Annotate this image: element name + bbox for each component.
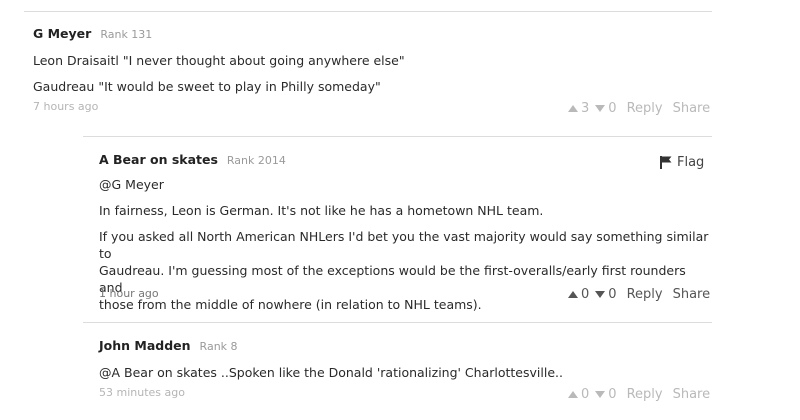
comment-actions: 0 0 Reply Share bbox=[568, 287, 710, 302]
upvote-button[interactable]: 0 bbox=[568, 387, 589, 402]
comment-timestamp[interactable]: 7 hours ago bbox=[33, 100, 98, 113]
comment-text: If you asked all North American NHLers I… bbox=[99, 229, 709, 261]
comment-header: John Madden Rank 8 bbox=[99, 338, 709, 358]
upvote-icon bbox=[568, 391, 578, 398]
comments-thread: G Meyer Rank 131 Leon Draisaitl "I never… bbox=[0, 0, 800, 420]
comment-g-meyer: G Meyer Rank 131 Leon Draisaitl "I never… bbox=[33, 26, 713, 95]
divider bbox=[83, 136, 712, 137]
comment-text: Gaudreau "It would be sweet to play in P… bbox=[33, 79, 381, 94]
downvote-icon bbox=[595, 291, 606, 298]
comment-text: In fairness, Leon is German. It's not li… bbox=[99, 203, 544, 218]
comment-header: A Bear on skates Rank 2014 bbox=[99, 152, 709, 172]
flag-icon bbox=[660, 156, 672, 169]
author-name[interactable]: G Meyer bbox=[33, 26, 91, 41]
comment-text: @A Bear on skates ..Spoken like the Dona… bbox=[99, 365, 563, 380]
author-rank: Rank 131 bbox=[100, 28, 153, 41]
author-name[interactable]: A Bear on skates bbox=[99, 152, 218, 167]
reply-mention[interactable]: @G Meyer bbox=[99, 176, 709, 193]
share-button[interactable]: Share bbox=[673, 101, 711, 116]
downvote-count: 0 bbox=[608, 387, 617, 402]
downvote-button[interactable]: 0 bbox=[595, 101, 617, 116]
comment-actions: 3 0 Reply Share bbox=[568, 101, 710, 116]
reply-button[interactable]: Reply bbox=[627, 287, 663, 302]
upvote-icon bbox=[568, 105, 578, 112]
downvote-icon bbox=[595, 105, 606, 112]
upvote-count: 0 bbox=[581, 387, 590, 402]
upvote-count: 3 bbox=[581, 101, 590, 116]
author-rank: Rank 8 bbox=[199, 340, 238, 353]
flag-button[interactable]: Flag bbox=[660, 155, 704, 170]
flag-label: Flag bbox=[677, 155, 705, 170]
upvote-count: 0 bbox=[581, 287, 590, 302]
upvote-button[interactable]: 3 bbox=[568, 101, 589, 116]
comment-text: Leon Draisaitl "I never thought about go… bbox=[33, 53, 405, 68]
upvote-icon bbox=[568, 291, 578, 298]
comment-john-madden: John Madden Rank 8 @A Bear on skates ..S… bbox=[99, 338, 709, 381]
upvote-button[interactable]: 0 bbox=[568, 287, 589, 302]
comment-timestamp[interactable]: 1 hour ago bbox=[99, 287, 159, 300]
downvote-count: 0 bbox=[608, 101, 617, 116]
comment-header: G Meyer Rank 131 bbox=[33, 26, 713, 46]
comment-actions: 0 0 Reply Share bbox=[568, 387, 710, 402]
divider bbox=[24, 11, 712, 12]
comment-timestamp[interactable]: 53 minutes ago bbox=[99, 386, 185, 399]
divider bbox=[83, 322, 712, 323]
author-rank: Rank 2014 bbox=[226, 154, 286, 167]
reply-button[interactable]: Reply bbox=[627, 387, 663, 402]
downvote-count: 0 bbox=[608, 287, 617, 302]
author-name[interactable]: John Madden bbox=[99, 338, 191, 353]
reply-button[interactable]: Reply bbox=[627, 101, 663, 116]
share-button[interactable]: Share bbox=[673, 387, 711, 402]
downvote-button[interactable]: 0 bbox=[595, 287, 617, 302]
downvote-button[interactable]: 0 bbox=[595, 387, 617, 402]
downvote-icon bbox=[595, 391, 606, 398]
share-button[interactable]: Share bbox=[673, 287, 711, 302]
